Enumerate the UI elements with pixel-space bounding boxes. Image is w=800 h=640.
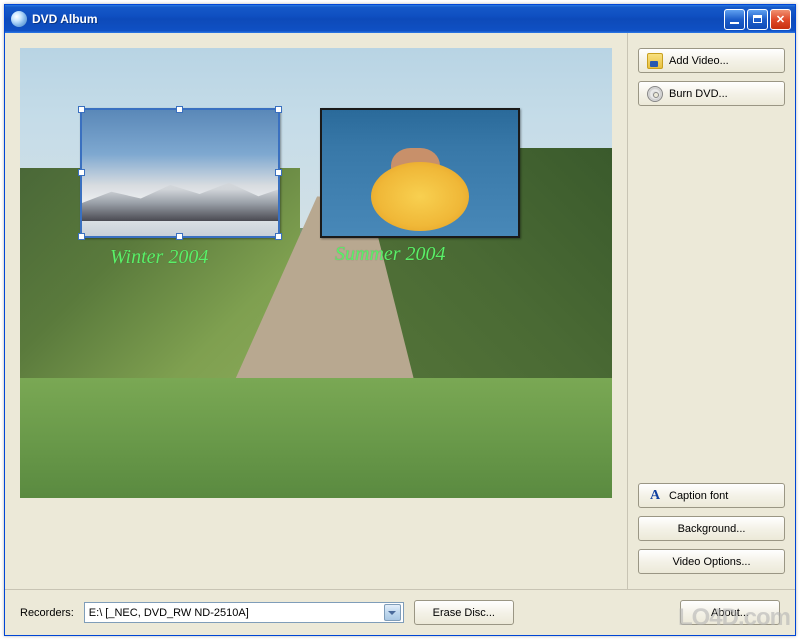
resize-handle[interactable] <box>275 169 282 176</box>
button-label: Background... <box>678 523 746 535</box>
add-video-button[interactable]: Add Video... <box>638 48 785 73</box>
about-button[interactable]: About... <box>680 600 780 625</box>
recorders-label: Recorders: <box>20 607 74 619</box>
resize-handle[interactable] <box>78 169 85 176</box>
resize-handle[interactable] <box>176 233 183 240</box>
resize-handle[interactable] <box>78 106 85 113</box>
video-caption-1[interactable]: Winter 2004 <box>110 246 208 269</box>
video-thumbnail-2[interactable] <box>320 108 520 238</box>
dvd-menu-canvas[interactable]: Winter 2004 Summer 2004 <box>20 48 612 498</box>
bottom-bar: Recorders: E:\ [_NEC, DVD_RW ND-2510A] E… <box>5 589 795 635</box>
button-label: Caption font <box>669 490 728 502</box>
folder-icon <box>647 53 663 69</box>
window-title: DVD Album <box>32 12 724 26</box>
button-label: Video Options... <box>672 556 750 568</box>
preview-area: Winter 2004 Summer 2004 <box>5 33 627 589</box>
font-icon: A <box>647 488 663 504</box>
resize-handle[interactable] <box>78 233 85 240</box>
disc-icon <box>647 86 663 102</box>
video-caption-2[interactable]: Summer 2004 <box>335 243 446 266</box>
background-button[interactable]: Background... <box>638 516 785 541</box>
erase-disc-button[interactable]: Erase Disc... <box>414 600 514 625</box>
app-icon <box>11 11 27 27</box>
minimize-button[interactable] <box>724 9 745 30</box>
app-window: DVD Album ✕ <box>4 4 796 636</box>
button-label: Erase Disc... <box>433 607 495 619</box>
chevron-down-icon[interactable] <box>384 604 401 621</box>
burn-dvd-button[interactable]: Burn DVD... <box>638 81 785 106</box>
recorders-dropdown[interactable]: E:\ [_NEC, DVD_RW ND-2510A] <box>84 602 404 623</box>
button-label: Burn DVD... <box>669 88 728 100</box>
resize-handle[interactable] <box>275 233 282 240</box>
button-label: About... <box>711 607 749 619</box>
resize-handle[interactable] <box>275 106 282 113</box>
video-thumbnail-1[interactable] <box>80 108 280 238</box>
video-options-button[interactable]: Video Options... <box>638 549 785 574</box>
side-panel: Add Video... Burn DVD... A Caption font … <box>627 33 795 589</box>
resize-handle[interactable] <box>176 106 183 113</box>
close-button[interactable]: ✕ <box>770 9 791 30</box>
caption-font-button[interactable]: A Caption font <box>638 483 785 508</box>
maximize-button[interactable] <box>747 9 768 30</box>
button-label: Add Video... <box>669 55 729 67</box>
recorder-selected-value: E:\ [_NEC, DVD_RW ND-2510A] <box>89 607 384 619</box>
titlebar: DVD Album ✕ <box>5 5 795 33</box>
